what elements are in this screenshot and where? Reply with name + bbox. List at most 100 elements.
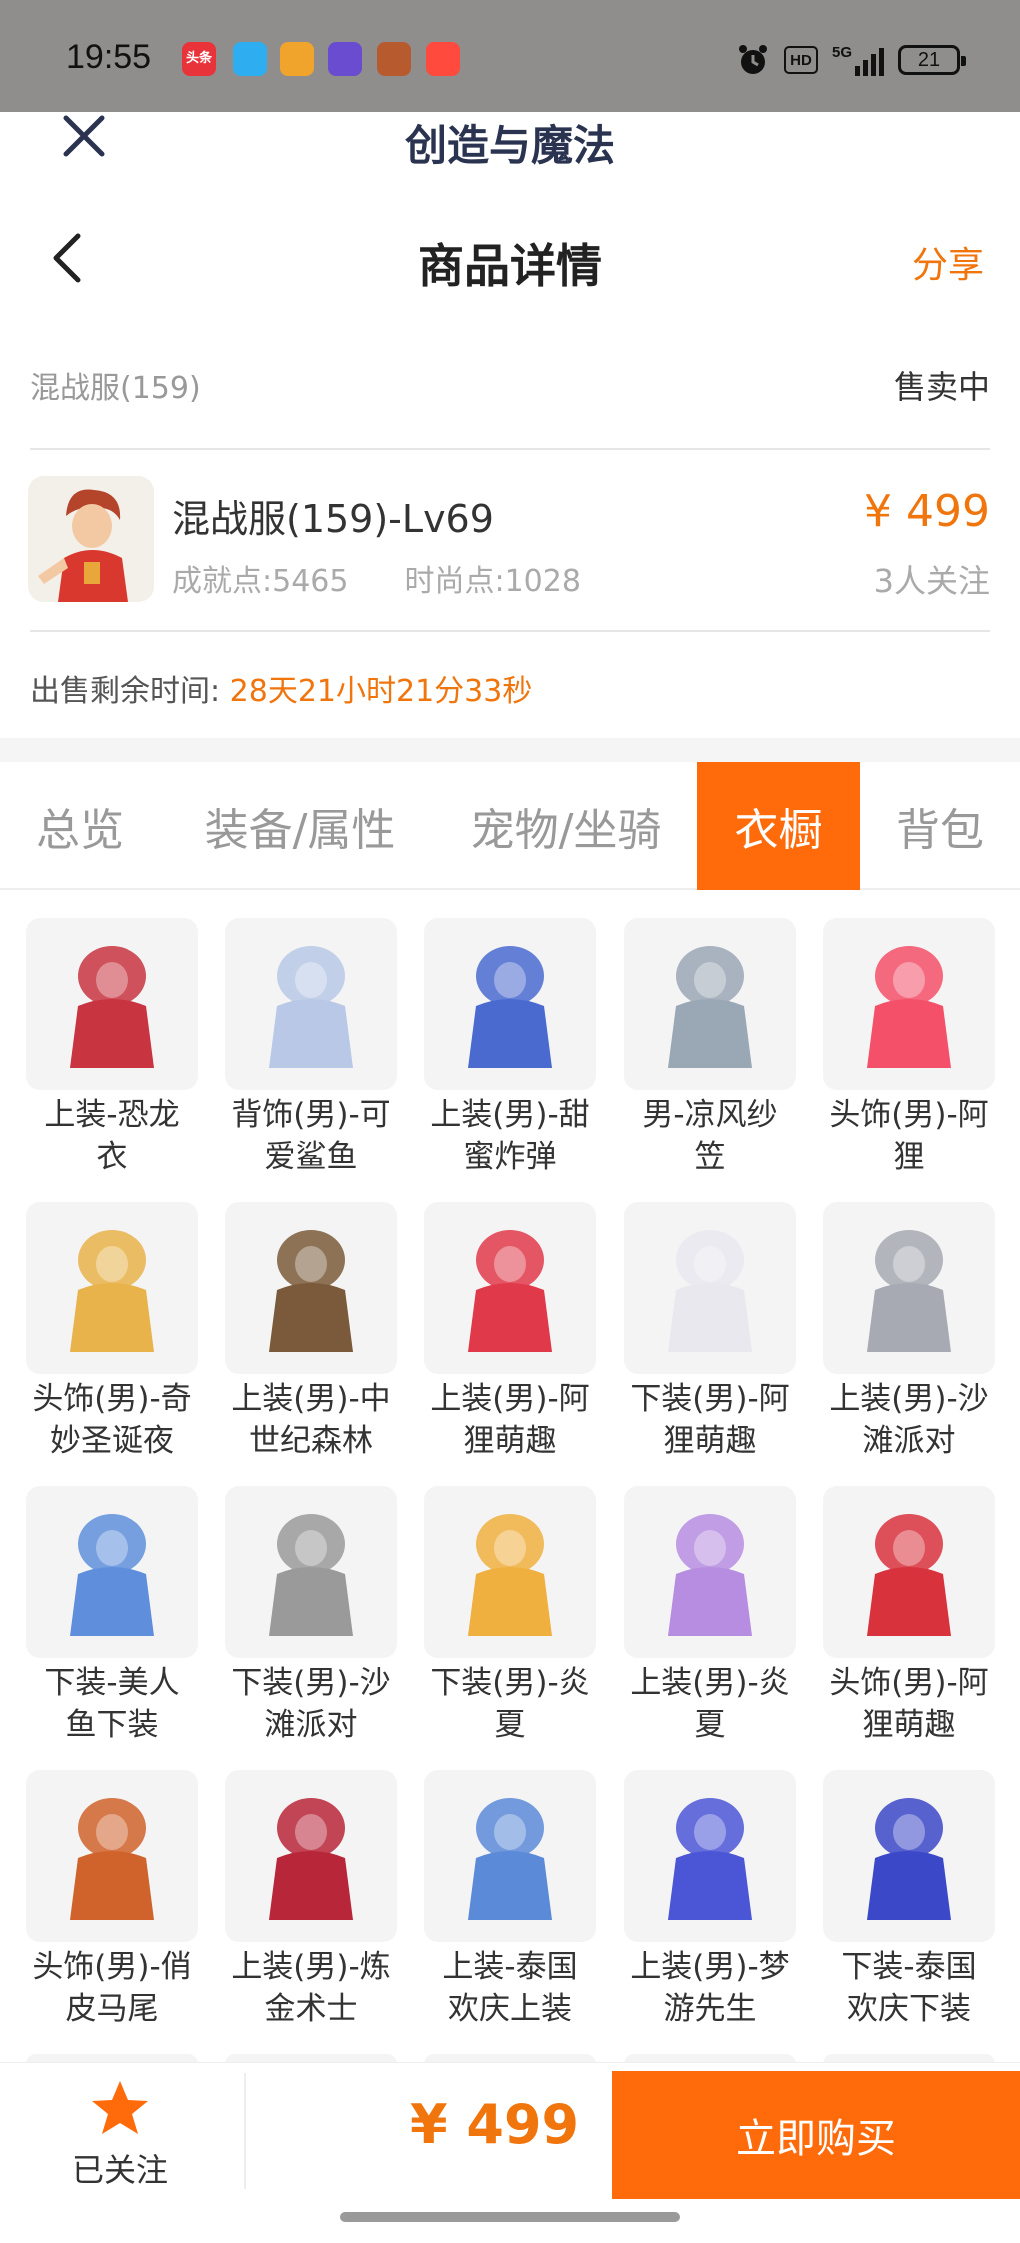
wardrobe-item-name-line: 金术士 — [264, 1991, 358, 2027]
wardrobe-item[interactable]: 头饰(男)-俏 皮马尾 — [26, 1770, 198, 2040]
wardrobe-item-name: 头饰(男)-阿 狸萌趣 — [814, 1662, 1004, 1746]
wardrobe-item-image — [424, 1770, 596, 1942]
wardrobe-item-name: 下装(男)-沙 滩派对 — [216, 1662, 406, 1746]
wardrobe-item[interactable]: 上装-恐龙衣 — [26, 918, 198, 1188]
wardrobe-item[interactable]: 上装(男)-甜 蜜炸弹 — [424, 918, 596, 1188]
wardrobe-item-name-line: 下装-泰国 — [841, 1949, 977, 1985]
wardrobe-item[interactable]: 头饰(男)-奇 妙圣诞夜 — [26, 1202, 198, 1472]
wardrobe-item-name-line: 背饰(男)-可 — [231, 1097, 391, 1133]
wardrobe-item-image — [26, 1486, 198, 1658]
wardrobe-item[interactable]: 男-凉风纱笠 — [624, 918, 796, 1188]
wardrobe-item-name-line: 夏 — [494, 1707, 526, 1743]
wardrobe-item-name: 头饰(男)-俏 皮马尾 — [17, 1946, 207, 2030]
section-gap — [0, 738, 1020, 762]
wardrobe-item-image — [424, 1202, 596, 1374]
wardrobe-item-name: 上装(男)-中 世纪森林 — [216, 1378, 406, 1462]
wardrobe-item[interactable]: 头饰(男)-阿狸 — [823, 918, 995, 1188]
wardrobe-item[interactable]: 上装(男)-阿 狸萌趣 — [424, 1202, 596, 1472]
wardrobe-item-name: 上装(男)-炎夏 — [615, 1662, 805, 1746]
wardrobe-item-image — [225, 1202, 397, 1374]
tab-backpack[interactable]: 背包 — [880, 762, 1000, 890]
nav-bar: 商品详情 分享 — [0, 210, 1020, 300]
remaining-label: 出售剩余时间: — [30, 674, 221, 709]
character-avatar — [28, 476, 154, 602]
wardrobe-item-image — [823, 1202, 995, 1374]
tab-wardrobe[interactable]: 衣橱 — [697, 762, 860, 890]
product-price: ¥ 499 — [864, 486, 990, 537]
follower-count: 3人关注 — [873, 562, 990, 600]
wardrobe-item-image — [26, 1770, 198, 1942]
wardrobe-item-name-line: 游先生 — [663, 1991, 757, 2027]
tab-pets[interactable]: 宠物/坐骑 — [446, 762, 686, 890]
wardrobe-item[interactable]: 上装(男)-梦 游先生 — [624, 1770, 796, 2040]
game-icon-2 — [377, 42, 411, 76]
wardrobe-item-name-line: 滩派对 — [862, 1423, 956, 1459]
wardrobe-item-image — [823, 1770, 995, 1942]
wardrobe-item-name-line: 下装(男)-阿 — [630, 1381, 790, 1417]
hd-icon: HD — [783, 46, 818, 74]
wardrobe-item-name: 上装(男)-沙 滩派对 — [814, 1378, 1004, 1462]
wardrobe-item[interactable]: 上装(男)-中 世纪森林 — [225, 1202, 397, 1472]
wardrobe-item-name: 下装(男)-阿 狸萌趣 — [615, 1378, 805, 1462]
tab-overview[interactable]: 总览 — [20, 762, 140, 890]
wardrobe-item-name-line: 男-凉风纱 — [642, 1097, 778, 1133]
follow-label: 已关注 — [71, 2151, 168, 2189]
buy-now-button[interactable]: 立即购买 — [612, 2071, 1020, 2199]
wardrobe-item[interactable]: 下装(男)-沙 滩派对 — [225, 1486, 397, 1756]
wardrobe-item-image — [225, 918, 397, 1090]
wardrobe-item-name-line: 妙圣诞夜 — [50, 1423, 174, 1459]
wardrobe-item[interactable]: 下装-美人 鱼下装 — [26, 1486, 198, 1756]
divider — [30, 448, 990, 450]
wardrobe-item-name-line: 笠 — [694, 1139, 726, 1175]
wardrobe-item[interactable]: 下装(男)-炎夏 — [424, 1486, 596, 1756]
status-indicators: HD 5G 21 — [736, 40, 966, 80]
bottom-price: ¥ 499 — [410, 2093, 580, 2156]
qq-icon — [233, 42, 267, 76]
wardrobe-item-name-line: 头饰(男)-阿 — [829, 1097, 989, 1133]
server-row: 混战服(159) 售卖中 — [30, 360, 990, 410]
wardrobe-item-name-line: 狸萌趣 — [862, 1707, 956, 1743]
wardrobe-item-name: 下装-泰国欢庆下装 — [814, 1946, 1004, 2030]
wardrobe-item-name-line: 头饰(男)-阿 — [829, 1665, 989, 1701]
product-card: 混战服(159)-Lv69 成就点:5465 时尚点:1028 ¥ 499 3人关… — [28, 476, 990, 606]
follow-button[interactable]: 已关注 — [40, 2063, 200, 2199]
wardrobe-item[interactable]: 头饰(男)-阿 狸萌趣 — [823, 1486, 995, 1756]
wardrobe-item-image — [624, 1486, 796, 1658]
wardrobe-item-name-line: 下装(男)-沙 — [231, 1665, 391, 1701]
wardrobe-item-name: 下装-美人 鱼下装 — [17, 1662, 207, 1746]
tab-equipment[interactable]: 装备/属性 — [180, 762, 420, 890]
home-indicator[interactable] — [340, 2212, 680, 2222]
wardrobe-item[interactable]: 下装(男)-阿 狸萌趣 — [624, 1202, 796, 1472]
wardrobe-item-name-line: 上装(男)-阿 — [430, 1381, 590, 1417]
product-name: 混战服(159)-Lv69 — [172, 497, 494, 541]
toutiao-icon: 头条 — [182, 42, 216, 76]
achievement-points: 成就点:5465 — [172, 564, 349, 599]
wardrobe-item-name-line: 下装-美人 — [44, 1665, 180, 1701]
wardrobe-item-name: 上装(男)-甜 蜜炸弹 — [415, 1094, 605, 1178]
wardrobe-item[interactable]: 上装(男)-炼 金术士 — [225, 1770, 397, 2040]
wardrobe-item-name: 背饰(男)-可 爱鲨鱼 — [216, 1094, 406, 1178]
wardrobe-item-name: 下装(男)-炎夏 — [415, 1662, 605, 1746]
wardrobe-item-name-line: 上装(男)-中 — [231, 1381, 391, 1417]
wardrobe-item-name-line: 上装(男)-炎 — [630, 1665, 790, 1701]
wardrobe-item[interactable]: 上装(男)-沙 滩派对 — [823, 1202, 995, 1472]
wardrobe-item-name-line: 头饰(男)-俏 — [32, 1949, 192, 1985]
kuaishou-icon — [426, 42, 460, 76]
signal-icon: 5G — [832, 44, 884, 76]
wardrobe-item-image — [225, 1486, 397, 1658]
wardrobe-item-image — [624, 918, 796, 1090]
alarm-icon — [738, 45, 767, 74]
divider — [30, 630, 990, 632]
wardrobe-item-name-line: 欢庆下装 — [847, 1991, 971, 2027]
wardrobe-item[interactable]: 背饰(男)-可 爱鲨鱼 — [225, 918, 397, 1188]
status-time: 19:55 — [66, 38, 152, 76]
wardrobe-item-name: 男-凉风纱笠 — [615, 1094, 805, 1178]
wardrobe-item-image — [823, 1486, 995, 1658]
wardrobe-item[interactable]: 上装-泰国 欢庆上装 — [424, 1770, 596, 2040]
wardrobe-item-name-line: 皮马尾 — [65, 1991, 159, 2027]
wardrobe-item[interactable]: 下装-泰国欢庆下装 — [823, 1770, 995, 2040]
wardrobe-item-name: 上装(男)-梦 游先生 — [615, 1946, 805, 2030]
wardrobe-item-name: 上装(男)-阿 狸萌趣 — [415, 1378, 605, 1462]
wardrobe-item[interactable]: 上装(男)-炎夏 — [624, 1486, 796, 1756]
share-button[interactable]: 分享 — [912, 236, 984, 288]
